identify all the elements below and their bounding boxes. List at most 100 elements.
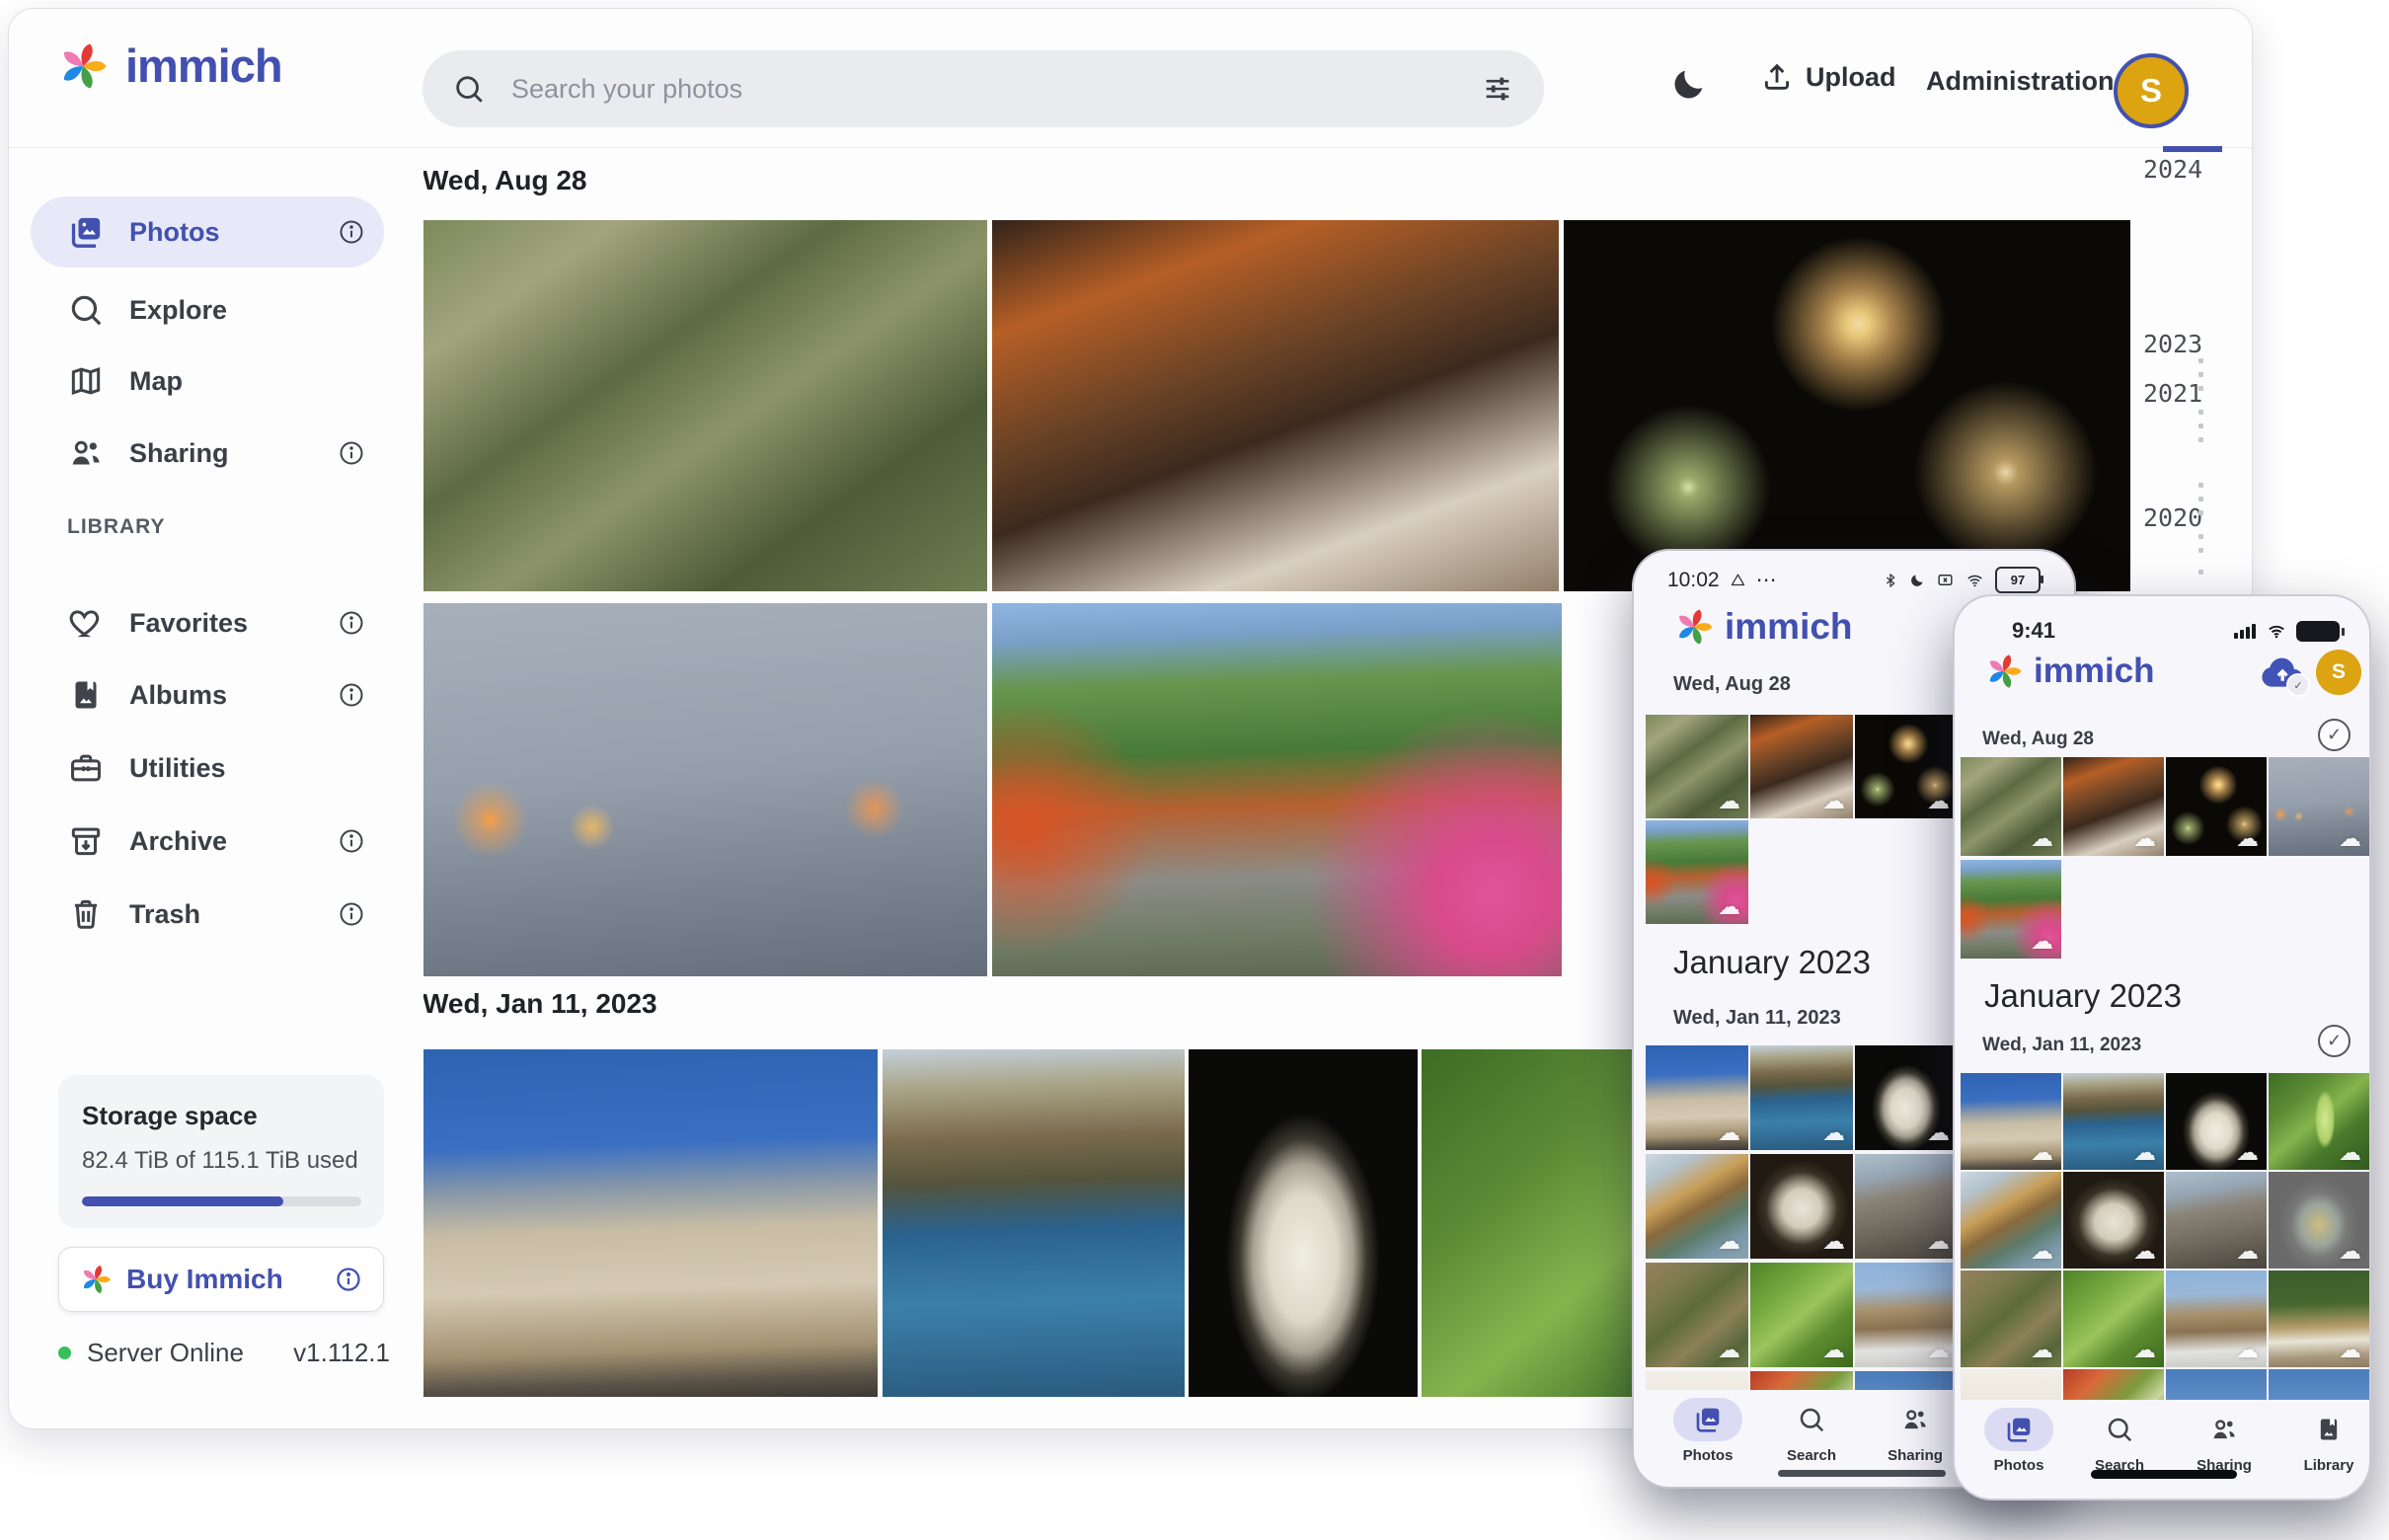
photo-white-rock[interactable]: ☁: [1750, 1154, 1853, 1259]
sidebar-item-archive[interactable]: Archive: [31, 806, 384, 877]
date-group-header: Wed, Jan 11, 2023: [1673, 1007, 1841, 1030]
cloud-backup-icon: ☁: [2133, 826, 2156, 852]
storage-progress-bar: [82, 1196, 361, 1206]
album-icon: [66, 677, 106, 713]
photo-castle-walls[interactable]: [421, 1049, 878, 1397]
photo-ornate-trophy[interactable]: ☁: [2269, 1172, 2369, 1269]
scrubber-tick: [2198, 510, 2203, 515]
user-avatar[interactable]: S: [2316, 650, 2361, 695]
search-filters-icon[interactable]: [1481, 72, 1514, 106]
sidebar-item-favorites[interactable]: Favorites: [31, 587, 384, 658]
photo-white-rock[interactable]: ☁: [2063, 1172, 2164, 1269]
photo-monkeys-jungle[interactable]: ☁: [1646, 715, 1748, 818]
sidebar-item-sharing[interactable]: Sharing: [31, 418, 384, 489]
search-bar[interactable]: [423, 50, 1544, 127]
photo-fireworks[interactable]: ☁: [2166, 757, 2267, 856]
user-avatar[interactable]: S: [2114, 53, 2189, 128]
select-all-icon[interactable]: ✓: [2318, 1025, 2350, 1057]
select-all-icon[interactable]: ✓: [2318, 719, 2350, 751]
cloud-backup-icon: ☁: [2031, 1239, 2053, 1265]
scrubber-year[interactable]: 2023: [2143, 330, 2202, 358]
photo-fireworks[interactable]: [1564, 220, 2130, 591]
theme-toggle-button[interactable]: [1669, 64, 1709, 104]
photo-beach-cliff[interactable]: ☁: [1646, 1154, 1748, 1259]
nav-photos[interactable]: Photos: [1663, 1398, 1752, 1464]
photo-sculpture-bust[interactable]: [1189, 1049, 1418, 1397]
scrubber-tick: [2198, 358, 2203, 363]
photo-dinner-table[interactable]: [992, 220, 1559, 591]
photo-green-berries[interactable]: ☁: [2269, 1073, 2369, 1170]
scrubber-year[interactable]: 2021: [2143, 379, 2202, 408]
phone-mockup-ios: 9:41 immich ✓ S: [1953, 594, 2371, 1501]
photo-monkeys-jungle[interactable]: [423, 220, 987, 591]
photo-village-church[interactable]: ☁: [2166, 1270, 2267, 1367]
nav-sharing[interactable]: Sharing: [1871, 1398, 1960, 1464]
sidebar-item-explore[interactable]: Explore: [31, 274, 384, 346]
sidebar-item-albums[interactable]: Albums: [31, 659, 384, 731]
photo-autumn-path[interactable]: ☁: [1961, 860, 2061, 959]
cloud-backup-icon: ☁: [2031, 1140, 2053, 1166]
sidebar-item-map[interactable]: Map: [31, 346, 384, 417]
photo-castle-walls[interactable]: ☁: [1961, 1073, 2061, 1170]
photo-dinner-table[interactable]: ☁: [1750, 715, 1853, 818]
photo-coastal-town[interactable]: ☁: [2063, 1073, 2164, 1170]
photo-sculpture-bust[interactable]: ☁: [1855, 1045, 1958, 1150]
month-header: January 2023: [1984, 977, 2182, 1015]
photo-coastal-town[interactable]: ☁: [1750, 1045, 1853, 1150]
info-icon[interactable]: [337, 826, 366, 856]
immich-flower-icon: [1984, 652, 2024, 691]
info-icon[interactable]: [334, 1265, 363, 1294]
search-input[interactable]: [509, 73, 1457, 106]
scrubber-handle[interactable]: [2163, 146, 2222, 152]
nav-sharing[interactable]: Sharing: [2182, 1408, 2267, 1474]
upload-button[interactable]: Upload: [1760, 60, 1896, 94]
moon-icon: [1669, 64, 1709, 104]
photo-lizard-moss[interactable]: ☁: [1750, 1263, 1853, 1367]
people-icon: [2209, 1415, 2239, 1444]
photo-autumn-path[interactable]: ☁: [1646, 820, 1748, 924]
nav-search[interactable]: Search: [2077, 1408, 2162, 1474]
info-icon[interactable]: [337, 438, 366, 468]
cloud-backup-icon: ☁: [2339, 1239, 2361, 1265]
more-icon: ⋯: [1756, 568, 1778, 592]
photo-lizard-moss[interactable]: ☁: [2063, 1270, 2164, 1367]
info-icon[interactable]: [337, 217, 366, 247]
scrubber-year[interactable]: 2020: [2143, 503, 2202, 532]
app-title: immich: [125, 38, 282, 93]
info-icon[interactable]: [337, 608, 366, 638]
photo-sculpture-bust[interactable]: ☁: [2166, 1073, 2267, 1170]
photo-village-church[interactable]: ☁: [1855, 1263, 1958, 1367]
photo-beach-cliff[interactable]: ☁: [1961, 1172, 2061, 1269]
info-icon[interactable]: [337, 680, 366, 710]
photo-holding-hands[interactable]: [423, 603, 987, 976]
immich-logo[interactable]: immich: [56, 38, 282, 93]
photo-autumn-path[interactable]: [992, 603, 1562, 976]
photo-fireworks[interactable]: ☁: [1855, 715, 1958, 818]
administration-link[interactable]: Administration: [1926, 66, 2115, 97]
nav-photos[interactable]: Photos: [1976, 1408, 2061, 1474]
date-group-header: Wed, Jan 11, 2023: [1982, 1035, 2141, 1056]
buy-immich-button[interactable]: Buy Immich: [58, 1247, 384, 1312]
photo-lizard-brown[interactable]: ☁: [1646, 1263, 1748, 1367]
sidebar-item-trash[interactable]: Trash: [31, 879, 384, 950]
photo-coastal-town[interactable]: [883, 1049, 1185, 1397]
photo-castle-ruins[interactable]: ☁: [1855, 1154, 1958, 1259]
nav-library[interactable]: Library: [2286, 1408, 2371, 1474]
photo-monkeys-jungle[interactable]: ☁: [1961, 757, 2061, 856]
photo-lizard-brown[interactable]: ☁: [1961, 1270, 2061, 1367]
scrubber-tick: [2198, 410, 2203, 415]
photo-castle-ruins[interactable]: ☁: [2166, 1172, 2267, 1269]
clock: 9:41: [2012, 618, 2055, 644]
photo-village-houses[interactable]: ☁: [2269, 1270, 2369, 1367]
info-icon[interactable]: [337, 899, 366, 929]
scrubber-year[interactable]: 2024: [2143, 155, 2202, 184]
photo-castle-walls[interactable]: ☁: [1646, 1045, 1748, 1150]
backup-cloud-icon[interactable]: ✓: [2259, 654, 2308, 693]
nav-search[interactable]: Search: [1767, 1398, 1856, 1464]
sidebar-item-utilities[interactable]: Utilities: [31, 732, 384, 804]
scrubber-tick: [2198, 497, 2203, 501]
photo-dinner-table[interactable]: ☁: [2063, 757, 2164, 856]
sidebar-item-photos[interactable]: Photos: [31, 196, 384, 268]
cloud-backup-icon: ☁: [1927, 1229, 1950, 1255]
photo-holding-hands[interactable]: ☁: [2269, 757, 2369, 856]
